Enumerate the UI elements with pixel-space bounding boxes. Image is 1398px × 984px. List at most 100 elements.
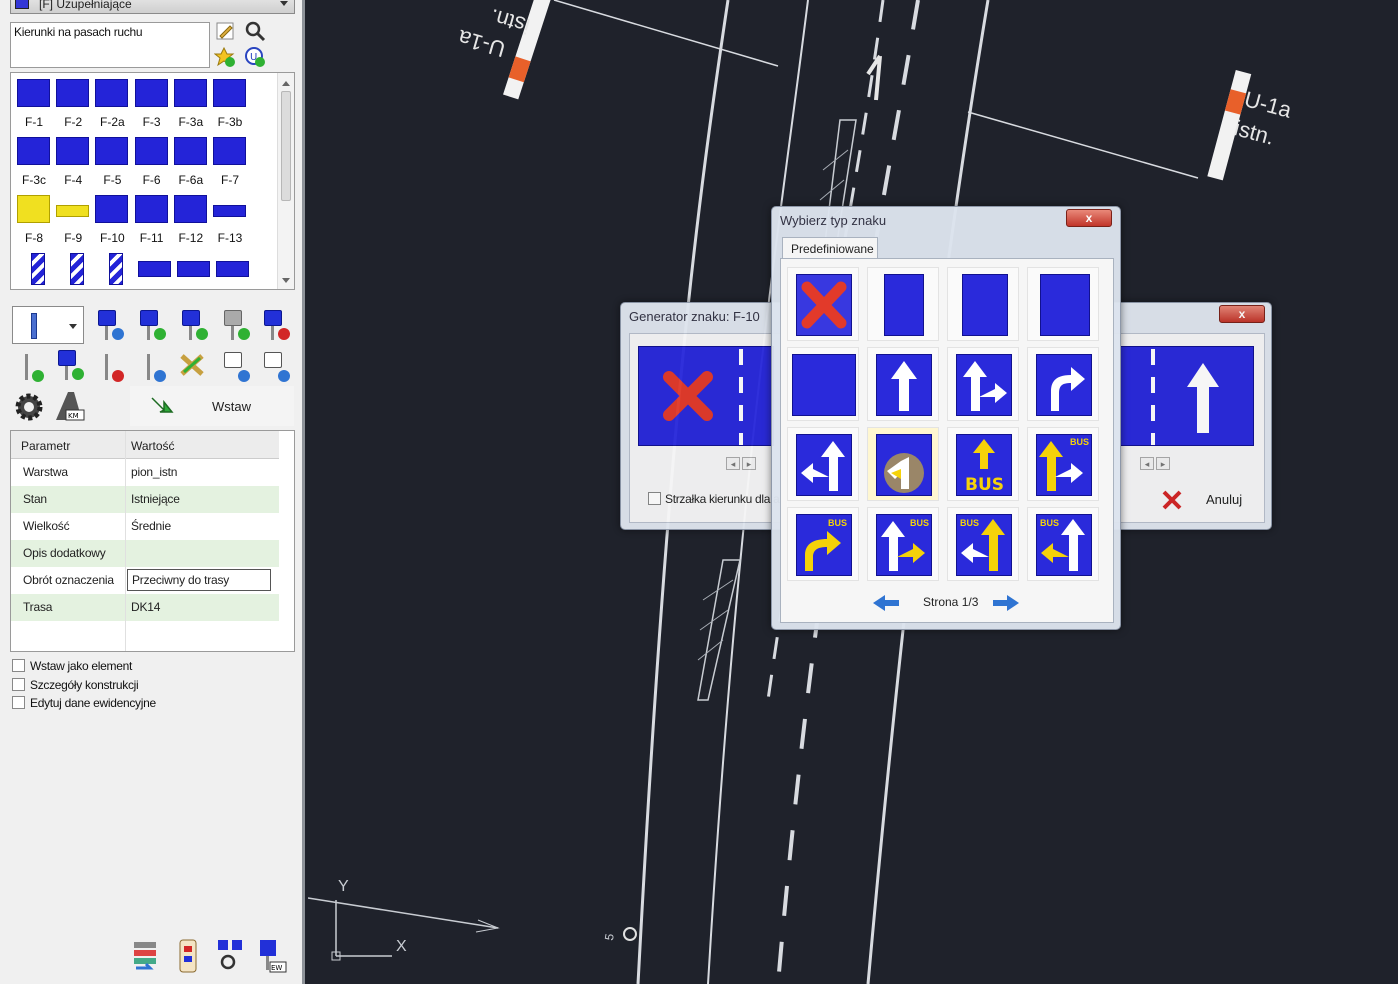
construction-details-checkbox[interactable]: Szczegóły konstrukcji [12,678,139,692]
sign-type-option[interactable]: BUS [1027,427,1099,501]
parameter-value: DK14 [131,600,161,614]
scroll-up-icon[interactable] [282,81,290,86]
bus-label: BUS [1069,437,1089,447]
direction-arrow-checkbox[interactable]: Strzałka kierunku dla a [648,492,780,506]
sign-type-option[interactable] [1027,267,1099,341]
edit-records-checkbox[interactable]: Edytuj dane ewidencyjne [12,696,156,710]
sign-type-option[interactable] [867,267,939,341]
favorite-add-icon[interactable] [214,46,236,68]
add-sign-button[interactable] [176,308,210,342]
catalog-scrollbar[interactable] [277,73,294,289]
sign-type-option[interactable]: BUS [1027,507,1099,581]
add-post-button[interactable] [12,350,46,384]
sign-search-icon[interactable] [214,938,246,974]
table-row[interactable]: Obrót oznaczenia Przeciwny do trasy [11,567,279,594]
table-row[interactable]: Trasa DK14 [11,594,279,621]
sign-thumbnail[interactable] [136,249,172,289]
sign-thumbnail[interactable]: F-13 [211,191,247,247]
table-row[interactable]: Wielkość Średnie [11,513,279,540]
sign-thumbnail[interactable]: F-11 [133,191,169,247]
sign-type-option[interactable] [787,427,859,501]
add-board-button[interactable] [218,308,252,342]
insert-button[interactable]: Wstaw [130,386,294,426]
sign-thumbnail[interactable]: F-3b [211,75,247,131]
sign-thumbnail[interactable] [214,249,250,289]
copy-sign-button[interactable] [134,308,168,342]
preview-nav-left[interactable]: ◂ ▸ [726,456,758,470]
arrow-left-icon[interactable] [871,593,901,613]
gear-icon[interactable] [12,390,46,424]
sign-thumbnail[interactable]: F-2a [93,75,129,131]
checkbox[interactable] [12,659,25,672]
tools-delete-icon[interactable] [176,348,210,382]
delete-sign-button[interactable] [258,308,292,342]
sign-thumbnail[interactable]: F-10 [93,191,129,247]
sign-type-option[interactable] [947,267,1019,341]
sign-thumbnail[interactable]: F-3c [15,133,51,189]
sign-thumbnail[interactable] [19,249,55,289]
sign-type-option[interactable]: BUS [787,507,859,581]
sign-thumbnail[interactable]: F-3a [172,75,208,131]
tab-predefined[interactable]: Predefiniowane [782,237,878,259]
scroll-down-icon[interactable] [282,278,290,283]
sign-add-icon[interactable]: U [244,46,266,68]
sign-thumbnail[interactable] [58,249,94,289]
delete-post-button[interactable] [92,350,126,384]
sign-thumbnail[interactable] [175,249,211,289]
cancel-button[interactable]: Anuluj [1150,482,1260,516]
category-dropdown[interactable]: [F] Uzupełniające [10,0,295,14]
insert-as-element-checkbox[interactable]: Wstaw jako element [12,659,132,673]
sign-type-option[interactable]: BUS [947,507,1019,581]
rotation-select[interactable]: Przeciwny do trasy [127,569,271,591]
sign-thumbnail[interactable]: F-8 [15,191,51,247]
sign-type-option-hovered[interactable] [867,427,939,501]
table-row[interactable]: Opis dodatkowy [11,540,279,567]
sign-thumbnail[interactable]: F-7 [211,133,247,189]
sign-image [213,205,246,217]
category-field[interactable]: Kierunki na pasach ruchu [10,22,210,68]
sign-type-option[interactable]: BUS [947,427,1019,501]
rotate-sign-button[interactable] [92,308,126,342]
sign-records-icon[interactable]: EW [256,938,288,974]
preview-nav-right[interactable]: ◂ ▸ [1140,456,1172,470]
sign-thumbnail[interactable]: F-3 [133,75,169,131]
post-type-select[interactable] [12,306,84,344]
add-post-sign-button[interactable] [52,348,86,382]
sign-thumbnail[interactable] [97,249,133,289]
arrow-right-icon[interactable] [991,593,1021,613]
scroll-thumb[interactable] [281,91,291,201]
edit-info-button[interactable] [258,350,292,384]
table-row[interactable]: Warstwa pion_istn [11,459,279,486]
sign-type-option[interactable] [787,267,859,341]
import-signs-icon[interactable] [130,938,162,974]
sign-preview-right[interactable] [1120,346,1254,446]
checkbox[interactable] [12,678,25,691]
checkbox[interactable] [12,696,25,709]
checkbox[interactable] [648,492,661,505]
sign-thumbnail[interactable]: F-9 [54,191,90,247]
sign-thumbnail[interactable]: F-6 [133,133,169,189]
sign-preview-left[interactable] [638,346,774,446]
table-row[interactable]: Stan Istniejące [11,486,279,513]
sign-type-option[interactable] [867,347,939,421]
close-button[interactable]: x [1219,305,1265,323]
search-icon[interactable] [244,20,266,42]
move-post-button[interactable] [134,350,168,384]
close-button[interactable]: x [1066,209,1112,227]
sign-thumbnail[interactable]: F-6a [172,133,208,189]
sign-thumbnail[interactable]: F-4 [54,133,90,189]
insert-button-label: Wstaw [212,399,251,414]
edit-pencil-icon[interactable] [214,20,236,42]
sign-thumbnail[interactable]: F-5 [93,133,129,189]
sign-type-option[interactable] [947,347,1019,421]
sign-thumbnail[interactable]: F-12 [172,191,208,247]
sign-list-icon[interactable] [172,938,204,974]
road-km-icon[interactable]: KM [52,388,86,422]
sign-thumbnail[interactable]: F-1 [15,75,51,131]
sign-thumbnail[interactable]: F-2 [54,75,90,131]
bus-label: BUS [827,518,847,528]
sign-type-option[interactable] [787,347,859,421]
edit-attributes-button[interactable] [218,350,252,384]
sign-type-option[interactable] [1027,347,1099,421]
sign-type-option[interactable]: BUS [867,507,939,581]
